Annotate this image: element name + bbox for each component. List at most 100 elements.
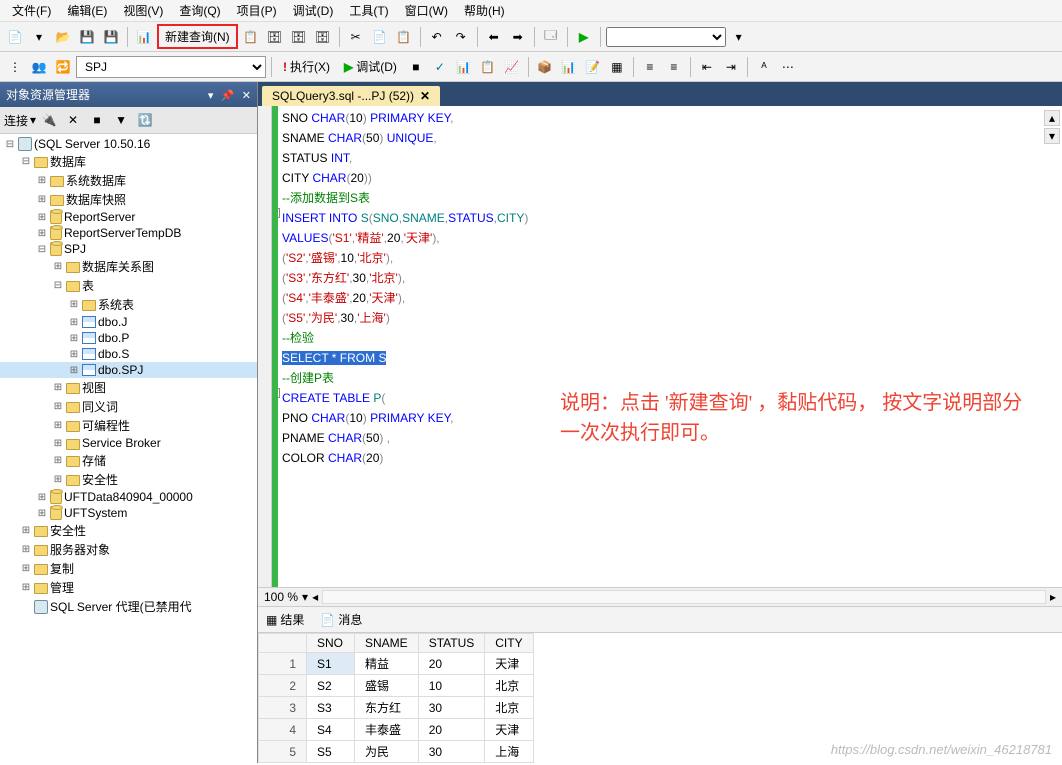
expand-icon[interactable]: ⊞	[36, 212, 48, 223]
copy2-icon[interactable]: 📄	[369, 26, 391, 48]
tab-sqlquery3[interactable]: SQLQuery3.sql -...PJ (52)) ✕	[262, 86, 440, 106]
debug-button[interactable]: ▶调试(D)	[338, 56, 403, 78]
tree-node-dbo.J[interactable]: ⊞dbo.J	[0, 314, 257, 330]
save-all-icon[interactable]: 💾	[100, 26, 122, 48]
menu-帮助(H)[interactable]: 帮助(H)	[456, 0, 513, 21]
col-[interactable]	[259, 634, 307, 653]
stop-icon[interactable]: ■	[86, 109, 108, 131]
opts-icon[interactable]: 📋	[477, 56, 499, 78]
table-row[interactable]: 5S5为民30上海	[259, 741, 534, 763]
tree-node-安全性[interactable]: ⊞安全性	[0, 470, 257, 489]
tab-results[interactable]: ▦ 结果	[262, 609, 308, 630]
expand-icon[interactable]: ⊞	[20, 525, 32, 536]
expand-icon[interactable]: ⊟	[4, 139, 16, 150]
sql-editor[interactable]: SNO CHAR(10) PRIMARY KEY,SNAME CHAR(50) …	[278, 106, 1062, 587]
include-icon[interactable]: 📦	[534, 56, 556, 78]
specify-icon[interactable]: ᴬ	[753, 56, 775, 78]
expand-icon[interactable]: ⊟	[20, 156, 32, 167]
tree-node-视图[interactable]: ⊞视图	[0, 378, 257, 397]
db-icon[interactable]: 🗄	[264, 26, 286, 48]
connect-label[interactable]: 连接	[4, 112, 28, 129]
tree-node-数据库快照[interactable]: ⊞数据库快照	[0, 190, 257, 209]
paste-icon[interactable]: 📋	[393, 26, 415, 48]
col-CITY[interactable]: CITY	[485, 634, 533, 653]
col-STATUS[interactable]: STATUS	[418, 634, 485, 653]
nav-back-icon[interactable]: ⬅	[483, 26, 505, 48]
save-icon[interactable]: 💾	[76, 26, 98, 48]
db2-icon[interactable]: 🗄	[288, 26, 310, 48]
nav-fwd-icon[interactable]: ➡	[507, 26, 529, 48]
down-icon[interactable]: ▾	[728, 26, 750, 48]
tree-node-UFTData840904_00000[interactable]: ⊞UFTData840904_00000	[0, 489, 257, 505]
tree-node-ReportServer[interactable]: ⊞ReportServer	[0, 209, 257, 225]
refresh-icon[interactable]: 🔃	[134, 109, 156, 131]
db3-icon[interactable]: 🗄	[312, 26, 334, 48]
expand-icon[interactable]: ⊞	[68, 365, 80, 376]
expand-icon[interactable]: ⊞	[68, 333, 80, 344]
close-icon[interactable]: ✕	[242, 90, 251, 102]
expand-icon[interactable]: ⊞	[36, 492, 48, 503]
expand-icon[interactable]: ⊞	[52, 438, 64, 449]
redo-icon[interactable]: ↷	[450, 26, 472, 48]
col-SNO[interactable]: SNO	[307, 634, 355, 653]
zoom-level[interactable]: 100 %	[264, 590, 298, 604]
scroll-right-icon[interactable]: ▸	[1050, 590, 1056, 604]
expand-icon[interactable]: ⊞	[36, 228, 48, 239]
pin-icon[interactable]: 📌	[221, 90, 235, 102]
config-dropdown[interactable]	[606, 27, 726, 47]
tree-node-ReportServerTempDB[interactable]: ⊞ReportServerTempDB	[0, 225, 257, 241]
object-explorer-icon[interactable]: 📊	[133, 26, 155, 48]
tree-node-服务器对象[interactable]: ⊞服务器对象	[0, 540, 257, 559]
menu-项目(P)[interactable]: 项目(P)	[229, 0, 285, 21]
people-icon[interactable]: 👥	[28, 56, 50, 78]
new-query-button[interactable]: 新建查询(N)	[157, 24, 238, 49]
tree-node-复制[interactable]: ⊞复制	[0, 559, 257, 578]
col-SNAME[interactable]: SNAME	[355, 634, 419, 653]
expand-icon[interactable]: ⊞	[52, 261, 64, 272]
change-icon[interactable]: 🔁	[52, 56, 74, 78]
menu-视图(V)[interactable]: 视图(V)	[115, 0, 171, 21]
tab-messages[interactable]: 📄 消息	[316, 609, 366, 630]
connect-icon[interactable]: 🔌	[38, 109, 60, 131]
plan-icon[interactable]: 📊	[453, 56, 475, 78]
new-project-icon[interactable]: 📄	[4, 26, 26, 48]
menu-调试(D)[interactable]: 调试(D)	[285, 0, 342, 21]
results-grid-icon[interactable]: ▦	[606, 56, 628, 78]
scroll-up-icon[interactable]: ▴	[1044, 110, 1060, 126]
expand-icon[interactable]: ⊞	[52, 474, 64, 485]
tree-node-dbo.SPJ[interactable]: ⊞dbo.SPJ	[0, 362, 257, 378]
filter-icon[interactable]: ▼	[110, 109, 132, 131]
menu-窗口(W)[interactable]: 窗口(W)	[397, 0, 456, 21]
expand-icon[interactable]: ⊞	[52, 401, 64, 412]
tree-node-SPJ[interactable]: ⊟SPJ	[0, 241, 257, 257]
expand-icon[interactable]: ⊞	[20, 582, 32, 593]
run-icon[interactable]: ▶	[573, 26, 595, 48]
dropdown-icon[interactable]: ▾	[28, 26, 50, 48]
execute-button[interactable]: !执行(X)	[277, 56, 336, 78]
tree-node-安全性[interactable]: ⊞安全性	[0, 521, 257, 540]
tree-node-数据库[interactable]: ⊟数据库	[0, 152, 257, 171]
copy-icon[interactable]: 📋	[240, 26, 262, 48]
tree-node-UFTSystem[interactable]: ⊞UFTSystem	[0, 505, 257, 521]
expand-icon[interactable]: ⊞	[52, 455, 64, 466]
expand-icon[interactable]: ⊟	[36, 244, 48, 255]
stats-icon[interactable]: 📊	[558, 56, 580, 78]
tree-node-同义词[interactable]: ⊞同义词	[0, 397, 257, 416]
comment-icon[interactable]: ≡	[639, 56, 661, 78]
horizontal-scrollbar[interactable]	[322, 590, 1046, 604]
tree-node-系统数据库[interactable]: ⊞系统数据库	[0, 171, 257, 190]
expand-icon[interactable]: ⊞	[68, 299, 80, 310]
dropdown-icon[interactable]: ▾	[208, 90, 214, 102]
object-tree[interactable]: ⊟(SQL Server 10.50.16⊟数据库⊞系统数据库⊞数据库快照⊞Re…	[0, 134, 257, 763]
disconnect-icon[interactable]: ✕	[62, 109, 84, 131]
expand-icon[interactable]: ⊞	[20, 544, 32, 555]
expand-icon[interactable]: ⊟	[52, 280, 64, 291]
more-icon[interactable]: ⋯	[777, 56, 799, 78]
undo-icon[interactable]: ↶	[426, 26, 448, 48]
expand-icon[interactable]: ⊞	[36, 508, 48, 519]
tree-node-管理[interactable]: ⊞管理	[0, 578, 257, 597]
results-text-icon[interactable]: 📝	[582, 56, 604, 78]
tree-node-Service Broker[interactable]: ⊞Service Broker	[0, 435, 257, 451]
menu-文件(F)[interactable]: 文件(F)	[4, 0, 59, 21]
uncomment-icon[interactable]: ≡	[663, 56, 685, 78]
